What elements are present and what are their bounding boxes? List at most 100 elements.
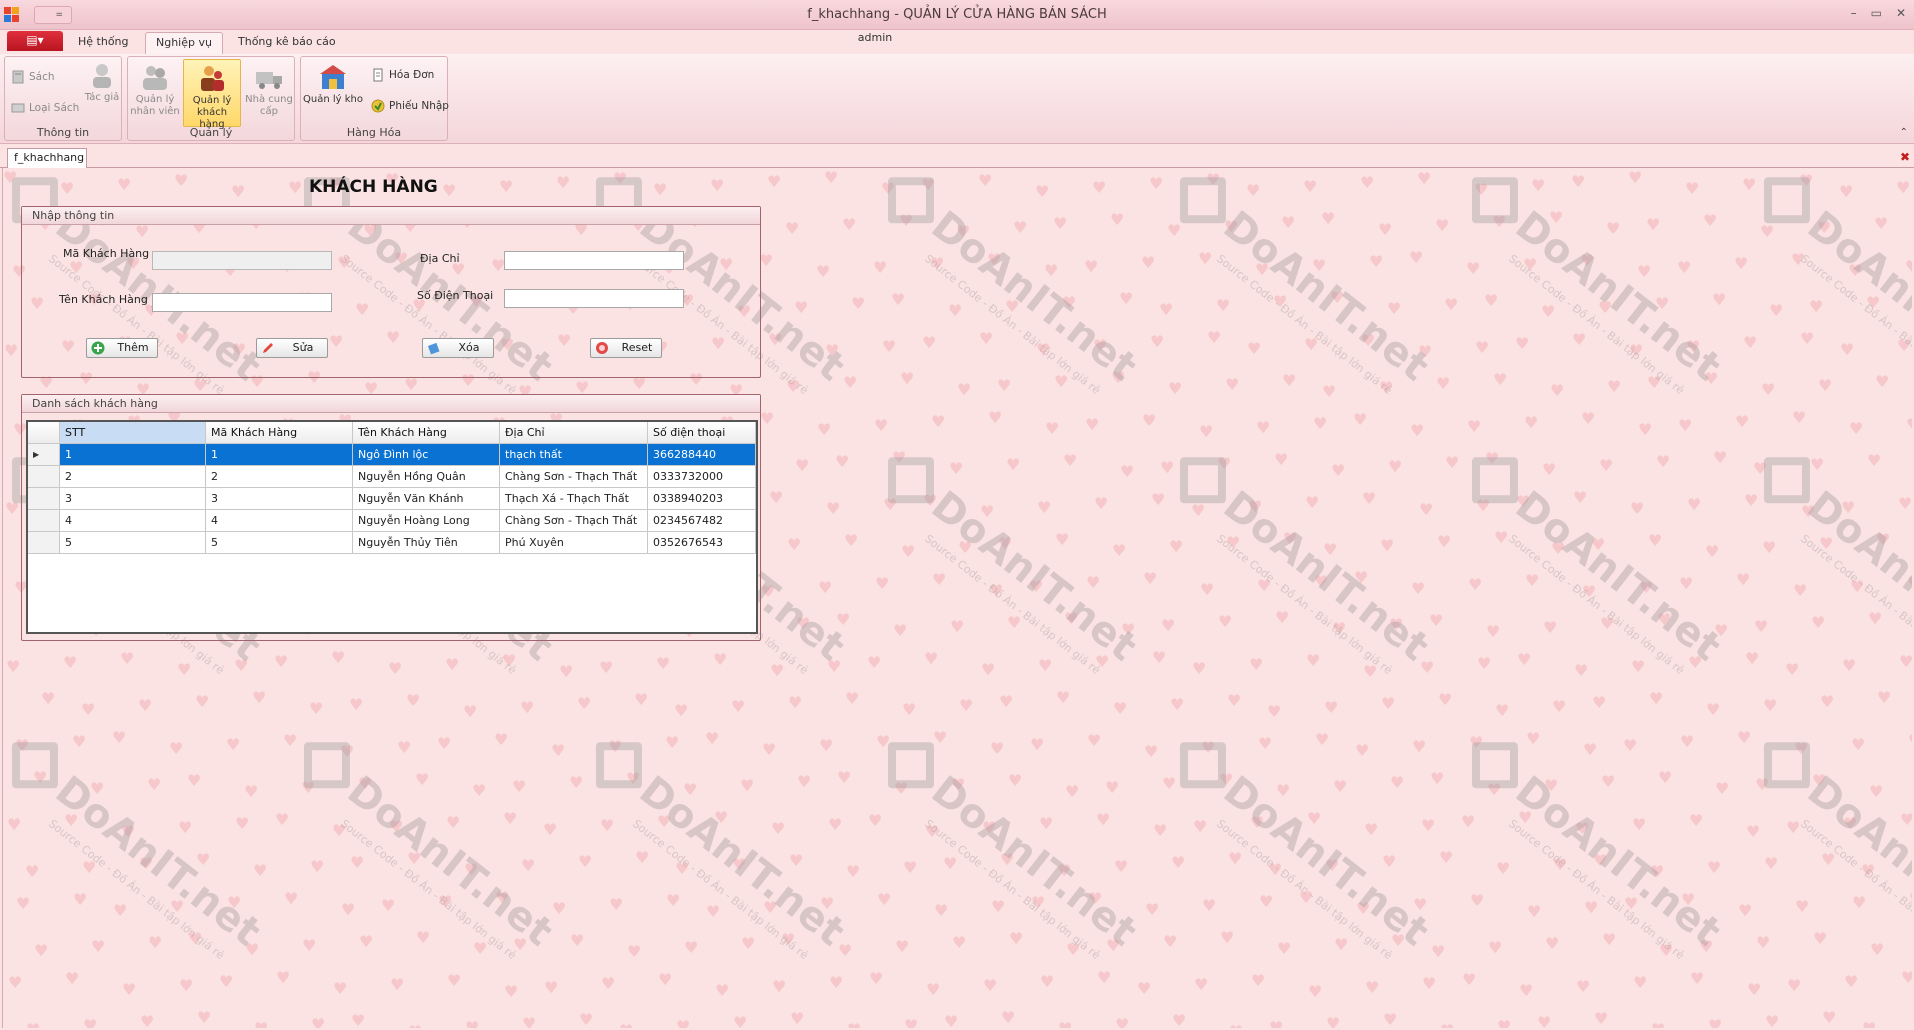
table-cell[interactable]: 1	[60, 444, 206, 466]
table-row[interactable]: 3 3 Nguyễn Văn Khánh Thạch Xá - Thạch Thất 0…	[28, 488, 756, 510]
edit-button[interactable]: Sửa	[256, 338, 328, 358]
watermark: DoAnIT.netSource Code - Đồ Án - Bài tập …	[1463, 733, 1729, 962]
heart-decoration: ♥	[1623, 736, 1638, 755]
quan-ly-kho-button[interactable]: Quản lý kho	[303, 59, 363, 119]
column-header[interactable]: Tên Khách Hàng	[353, 422, 500, 444]
heart-decoration: ♥	[1379, 378, 1394, 397]
heart-decoration: ♥	[381, 896, 396, 915]
table-cell[interactable]: 4	[206, 510, 353, 532]
table-row[interactable]: ▶ 1 1 Ngô Đình lộc thạch thất 366288440	[28, 444, 756, 466]
maximize-button[interactable]: ▭	[1871, 6, 1882, 20]
ribbon-collapse-icon[interactable]: ⌃	[1900, 127, 1908, 138]
row-header[interactable]	[28, 488, 60, 510]
table-cell[interactable]: 2	[206, 466, 353, 488]
quan-ly-khach-hang-button[interactable]: Quản lý khách hàng	[183, 59, 241, 130]
heart-decoration: ♥	[1809, 297, 1824, 316]
sdt-label: Số Điện Thoại	[417, 289, 494, 302]
watermark-logo-icon	[1179, 457, 1226, 504]
column-header[interactable]: Địa Chỉ	[500, 422, 648, 444]
add-button[interactable]: Thêm	[86, 338, 158, 358]
table-cell[interactable]: 0333732000	[648, 466, 756, 488]
table-cell[interactable]: 2	[60, 466, 206, 488]
heart-decoration: ♥	[120, 649, 135, 668]
tab-f-khachhang[interactable]: f_khachhang	[7, 148, 87, 168]
delete-button[interactable]: Xóa	[422, 338, 494, 358]
heart-decoration: ♥	[499, 177, 514, 196]
heart-decoration: ♥	[1756, 933, 1771, 952]
heart-decoration: ♥	[1167, 221, 1182, 240]
table-cell[interactable]: 0352676543	[648, 532, 756, 554]
table-cell[interactable]: 5	[206, 532, 353, 554]
heart-decoration: ♥	[1753, 459, 1768, 478]
heart-decoration: ♥	[1901, 968, 1912, 987]
heart-decoration: ♥	[73, 890, 88, 909]
sach-button[interactable]: Sách	[11, 68, 55, 86]
table-cell[interactable]: Nguyễn Hoàng Long	[353, 510, 500, 532]
close-document-icon[interactable]: ✖	[1900, 150, 1910, 164]
heart-decoration: ♥	[892, 448, 907, 467]
table-cell[interactable]: Ngô Đình lộc	[353, 444, 500, 466]
minimize-button[interactable]: –	[1851, 6, 1857, 20]
grid-corner[interactable]	[28, 422, 60, 444]
column-header[interactable]: Số điện thoại	[648, 422, 756, 444]
table-row[interactable]: 2 2 Nguyễn Hồng Quân Chàng Sơn - Thạch Thất…	[28, 466, 756, 488]
row-header[interactable]	[28, 466, 60, 488]
table-cell[interactable]: 3	[206, 488, 353, 510]
table-cell[interactable]: 366288440	[648, 444, 756, 466]
reset-button[interactable]: Reset	[590, 338, 662, 358]
table-cell[interactable]: 1	[206, 444, 353, 466]
quan-ly-nhan-vien-button[interactable]: Quản lý nhân viên	[130, 59, 180, 127]
table-cell[interactable]: 0338940203	[648, 488, 756, 510]
heart-decoration: ♥	[867, 653, 882, 672]
heart-decoration: ♥	[1000, 850, 1015, 869]
row-header[interactable]	[28, 532, 60, 554]
heart-decoration: ♥	[504, 982, 519, 1001]
column-header[interactable]: Mã Khách Hàng	[206, 422, 353, 444]
heart-decoration: ♥	[706, 902, 721, 921]
hoa-don-button[interactable]: Hóa Đơn	[371, 66, 434, 84]
close-window-button[interactable]: ✕	[1896, 6, 1906, 20]
table-cell[interactable]: Phú Xuyên	[500, 532, 648, 554]
heart-decoration: ♥	[956, 222, 971, 241]
row-header[interactable]: ▶	[28, 444, 60, 466]
table-cell[interactable]: thạch thất	[500, 444, 648, 466]
heart-decoration: ♥	[883, 495, 898, 514]
heart-decoration: ♥	[1325, 856, 1340, 875]
watermark-subtitle: Source Code - Đồ Án - Bài tập lớn giá rẻ	[922, 817, 1103, 963]
list-groupbox-title: Danh sách khách hàng	[22, 395, 760, 413]
ma-kh-input[interactable]	[152, 251, 332, 270]
table-cell[interactable]: Nguyễn Văn Khánh	[353, 488, 500, 510]
heart-decoration: ♥	[1226, 533, 1241, 552]
table-cell[interactable]: Chàng Sơn - Thạch Thất	[500, 466, 648, 488]
sdt-input[interactable]	[504, 289, 684, 308]
table-row[interactable]: 4 4 Nguyễn Hoàng Long Chàng Sơn - Thạch Thấ…	[28, 510, 756, 532]
heart-decoration: ♥	[302, 936, 317, 955]
customers-grid[interactable]: STT Mã Khách Hàng Tên Khách Hàng Địa Chỉ Số …	[26, 420, 758, 634]
table-cell[interactable]: 4	[60, 510, 206, 532]
table-cell[interactable]: Nguyễn Thủy Tiên	[353, 532, 500, 554]
heart-decoration: ♥	[666, 891, 681, 910]
table-cell[interactable]: 5	[60, 532, 206, 554]
heart-decoration: ♥	[1518, 808, 1533, 827]
heart-decoration: ♥	[41, 689, 56, 708]
table-cell[interactable]: Thạch Xá - Thạch Thất	[500, 488, 648, 510]
nha-cung-cap-button[interactable]: Nhà cung cấp	[244, 59, 294, 127]
ten-kh-input[interactable]	[152, 293, 332, 312]
table-cell[interactable]: 0234567482	[648, 510, 756, 532]
phieu-nhap-button[interactable]: Phiếu Nhập	[371, 97, 449, 115]
heart-decoration: ♥	[1637, 262, 1652, 281]
table-cell[interactable]: 3	[60, 488, 206, 510]
heart-decoration: ♥	[351, 1011, 366, 1028]
table-row[interactable]: 5 5 Nguyễn Thủy Tiên Phú Xuyên 0352676543	[28, 532, 756, 554]
column-header[interactable]: STT	[60, 422, 206, 444]
table-cell[interactable]: Nguyễn Hồng Quân	[353, 466, 500, 488]
heart-decoration: ♥	[1689, 811, 1704, 830]
dia-chi-input[interactable]	[504, 251, 684, 270]
watermark-brand: DoAnIT.net	[922, 202, 1146, 391]
heart-decoration: ♥	[438, 892, 453, 911]
heart-decoration: ♥	[1333, 777, 1348, 796]
row-header[interactable]	[28, 510, 60, 532]
table-cell[interactable]: Chàng Sơn - Thạch Thất	[500, 510, 648, 532]
loai-sach-button[interactable]: Loại Sách	[11, 99, 79, 117]
tac-gia-button[interactable]: Tác giả	[83, 57, 121, 123]
